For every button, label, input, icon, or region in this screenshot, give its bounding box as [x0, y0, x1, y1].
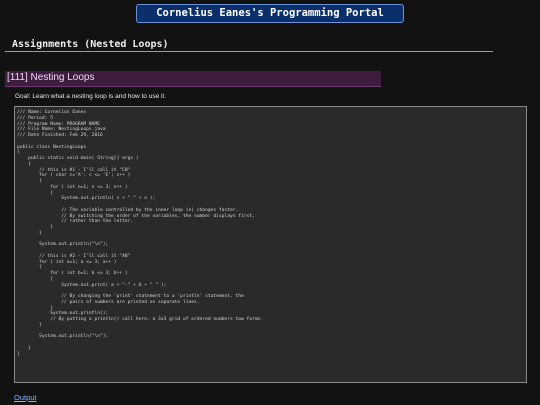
lesson-title-bar: [111] Nesting Loops — [5, 71, 381, 87]
header: Cornelius Eanes's Programming Portal — [0, 0, 540, 30]
lesson-title: [111] Nesting Loops — [7, 72, 95, 83]
lesson-goal: Goal: Learn what a nesting loop is and h… — [15, 93, 167, 100]
section-divider — [5, 51, 493, 52]
section-heading: Assignments (Nested Loops) — [12, 39, 169, 50]
code-listing: /// Name: Cornelius Eanes/// Period: 5//… — [15, 107, 526, 357]
portal-title: Cornelius Eanes's Programming Portal — [136, 4, 404, 23]
output-link[interactable]: Output — [14, 393, 37, 402]
code-line: } — [17, 351, 20, 357]
code-block: /// Name: Cornelius Eanes/// Period: 5//… — [14, 106, 527, 383]
